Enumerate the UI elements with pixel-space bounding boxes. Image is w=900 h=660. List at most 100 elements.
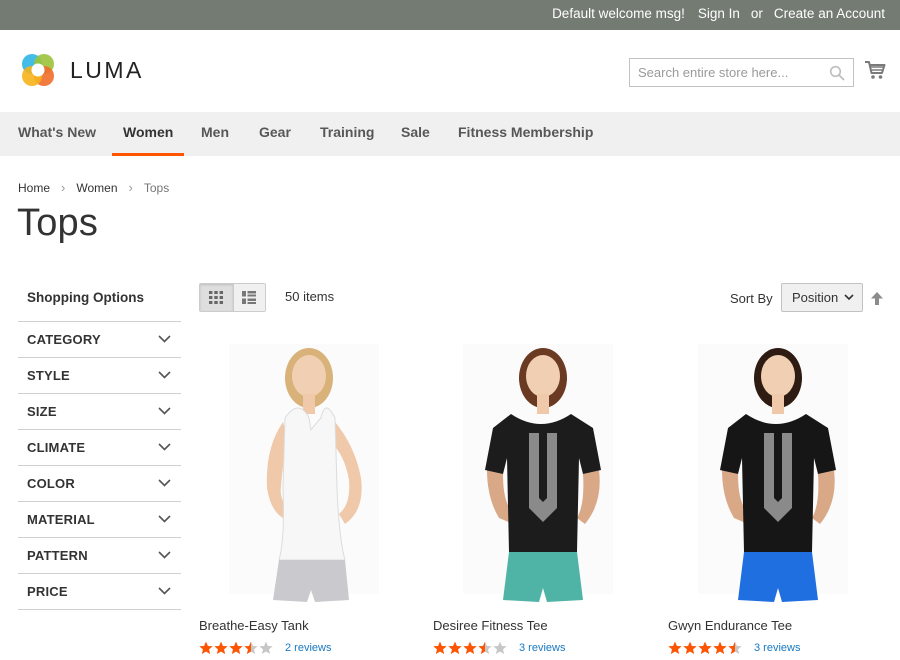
- star-icon: [214, 641, 228, 655]
- nav-item-whats-new[interactable]: What's New: [18, 112, 96, 156]
- sign-in-link[interactable]: Sign In: [698, 6, 740, 21]
- chevron-down-icon: [158, 407, 171, 415]
- star-icon: [493, 641, 507, 655]
- filter-material[interactable]: MATERIAL: [18, 502, 181, 538]
- breadcrumb-home[interactable]: Home: [18, 181, 50, 195]
- reviews-link[interactable]: 2 reviews: [285, 642, 331, 654]
- breadcrumb-women[interactable]: Women: [76, 181, 117, 195]
- shopping-options-heading: Shopping Options: [18, 284, 181, 322]
- chevron-down-icon: [844, 294, 854, 301]
- filter-label: STYLE: [27, 368, 70, 383]
- filter-label: MATERIAL: [27, 512, 95, 527]
- create-account-link[interactable]: Create an Account: [774, 6, 885, 21]
- star-icon: [448, 641, 462, 655]
- search-input[interactable]: [630, 59, 830, 86]
- grid-icon: [209, 291, 224, 304]
- product-name-link[interactable]: Gwyn Endurance Tee: [668, 618, 792, 633]
- product-rating: 3 reviews: [668, 641, 800, 655]
- header-links: Default welcome msg! Sign In or Create a…: [552, 6, 885, 21]
- star-icon: [229, 641, 243, 655]
- product-item[interactable]: Desiree Fitness Tee 3 reviews: [433, 338, 648, 654]
- filter-climate[interactable]: CLIMATE: [18, 430, 181, 466]
- rating-stars: [668, 641, 742, 655]
- nav-item-gear[interactable]: Gear: [259, 112, 291, 156]
- star-icon: [683, 641, 697, 655]
- view-mode-switcher: [199, 283, 266, 312]
- nav-item-training[interactable]: Training: [320, 112, 374, 156]
- product-item[interactable]: Breathe-Easy Tank 2 reviews: [199, 338, 414, 654]
- star-icon: [244, 641, 258, 655]
- list-icon: [242, 291, 257, 304]
- filter-label: CLIMATE: [27, 440, 86, 455]
- logo[interactable]: LUMA: [18, 50, 144, 90]
- breadcrumb-current: Tops: [143, 180, 170, 195]
- filter-style[interactable]: STYLE: [18, 358, 181, 394]
- products-toolbar: 50 items Sort By Position: [199, 283, 889, 313]
- breadcrumb-separator-icon: ›: [128, 180, 133, 195]
- nav-item-sale[interactable]: Sale: [401, 112, 430, 156]
- chevron-down-icon: [158, 587, 171, 595]
- product-name-link[interactable]: Breathe-Easy Tank: [199, 618, 309, 633]
- nav-item-fitness-membership[interactable]: Fitness Membership: [458, 112, 593, 156]
- header: LUMA: [0, 30, 900, 112]
- logo-wordmark: LUMA: [70, 56, 144, 83]
- star-icon: [463, 641, 477, 655]
- star-icon: [668, 641, 682, 655]
- chevron-down-icon: [158, 335, 171, 343]
- nav-item-women[interactable]: Women: [112, 112, 185, 156]
- star-icon: [478, 641, 492, 655]
- star-icon: [698, 641, 712, 655]
- luma-logo-icon: [22, 54, 54, 86]
- search-icon[interactable]: [829, 65, 845, 81]
- sort-by-select[interactable]: Position: [781, 283, 863, 312]
- chevron-down-icon: [158, 515, 171, 523]
- filter-pattern[interactable]: PATTERN: [18, 538, 181, 574]
- filter-color[interactable]: COLOR: [18, 466, 181, 502]
- filter-category[interactable]: CATEGORY: [18, 322, 181, 358]
- grid-view-button[interactable]: [200, 284, 233, 311]
- product-rating: 3 reviews: [433, 641, 565, 655]
- star-icon: [199, 641, 213, 655]
- reviews-link[interactable]: 3 reviews: [754, 642, 800, 654]
- cart-icon[interactable]: [864, 59, 886, 81]
- nav-item-men[interactable]: Men: [201, 112, 229, 156]
- star-icon: [259, 641, 273, 655]
- main-navigation: What's New Women Men Gear Training Sale …: [0, 112, 900, 156]
- sort-by-value: Position: [792, 290, 839, 305]
- product-image[interactable]: [668, 338, 883, 608]
- product-image[interactable]: [199, 338, 414, 608]
- header-panel: Default welcome msg! Sign In or Create a…: [0, 0, 900, 30]
- search-box: [629, 58, 854, 87]
- product-rating: 2 reviews: [199, 641, 331, 655]
- filter-size[interactable]: SIZE: [18, 394, 181, 430]
- breadcrumb-separator-icon: ›: [61, 180, 66, 195]
- shopping-options-sidebar: Shopping Options CATEGORY STYLE SIZE CLIMAT…: [18, 284, 181, 610]
- rating-stars: [433, 641, 507, 655]
- or-text: or: [750, 6, 763, 21]
- filter-price[interactable]: PRICE: [18, 574, 181, 610]
- sort-direction-arrow-up-icon[interactable]: [871, 292, 883, 305]
- toolbar-amount: 50 items: [285, 289, 335, 304]
- chevron-down-icon: [158, 443, 171, 451]
- filter-label: PATTERN: [27, 548, 88, 563]
- chevron-down-icon: [158, 551, 171, 559]
- chevron-down-icon: [158, 479, 171, 487]
- star-icon: [728, 641, 742, 655]
- star-icon: [713, 641, 727, 655]
- breadcrumb: Home › Women › Tops: [18, 180, 169, 195]
- product-image[interactable]: [433, 338, 648, 608]
- filter-label: COLOR: [27, 476, 75, 491]
- product-item[interactable]: Gwyn Endurance Tee 3 reviews: [668, 338, 883, 654]
- product-name-link[interactable]: Desiree Fitness Tee: [433, 618, 548, 633]
- filter-label: PRICE: [27, 584, 68, 599]
- filter-label: SIZE: [27, 404, 57, 419]
- list-view-button[interactable]: [232, 284, 265, 311]
- filter-label: CATEGORY: [27, 332, 101, 347]
- reviews-link[interactable]: 3 reviews: [519, 642, 565, 654]
- rating-stars: [199, 641, 273, 655]
- chevron-down-icon: [158, 371, 171, 379]
- star-icon: [433, 641, 447, 655]
- page-title: Tops: [17, 202, 99, 244]
- sort-by-label: Sort By: [730, 291, 773, 306]
- welcome-message: Default welcome msg!: [552, 6, 685, 21]
